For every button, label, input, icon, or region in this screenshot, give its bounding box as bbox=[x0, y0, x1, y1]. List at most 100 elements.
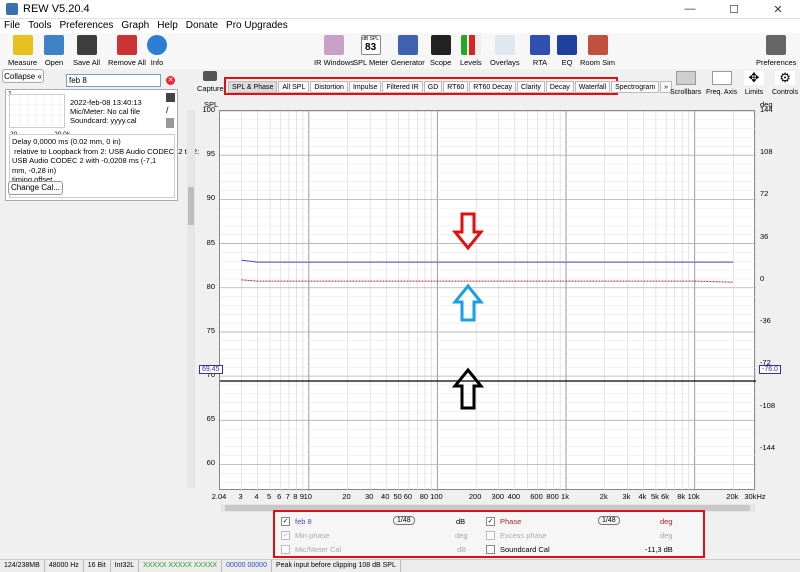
smoothing-selector-spl[interactable]: 1/48 bbox=[393, 516, 415, 525]
close-button[interactable]: ✕ bbox=[756, 0, 800, 19]
status-memory: 124/238MB bbox=[0, 560, 45, 572]
menu-tools[interactable]: Tools bbox=[24, 19, 55, 33]
remove-all-button[interactable]: Remove All bbox=[108, 35, 146, 67]
tab-impulse[interactable]: Impulse bbox=[348, 81, 382, 93]
scrollbars-label: Scrollbars bbox=[670, 89, 702, 96]
legend-checkbox[interactable]: ✓ bbox=[486, 517, 495, 526]
legend-label: feb 8 bbox=[295, 517, 312, 526]
measure-label: Measure bbox=[8, 58, 38, 67]
preferences-button[interactable]: Preferences bbox=[756, 35, 796, 67]
collapse-button[interactable]: Collapse « bbox=[2, 69, 44, 83]
limits-button[interactable]: ✥ Limits bbox=[744, 71, 764, 96]
collapse-label: Collapse bbox=[4, 71, 36, 81]
tab-clarity[interactable]: Clarity bbox=[517, 81, 545, 93]
legend-item-spl[interactable]: ✓ feb 8 bbox=[281, 517, 312, 526]
save-all-button[interactable]: Save All bbox=[73, 35, 100, 67]
spl-meter-value: 83 bbox=[365, 42, 377, 53]
spl-phase-graph[interactable] bbox=[220, 110, 757, 492]
tab-distortion[interactable]: Distortion bbox=[310, 81, 348, 93]
plot-area[interactable] bbox=[219, 110, 757, 492]
measure-button[interactable]: Measure bbox=[8, 35, 37, 67]
info-button[interactable]: Info bbox=[147, 35, 167, 67]
notes-line: relative to Loopback from 2: USB Audio C… bbox=[12, 146, 200, 156]
status-sample-rate: 48000 Hz bbox=[45, 560, 84, 572]
window-title: REW V5.20.4 bbox=[23, 3, 90, 15]
menu-donate[interactable]: Donate bbox=[182, 19, 222, 33]
tab-spectrogram[interactable]: Spectrogram bbox=[611, 81, 660, 93]
app-icon bbox=[6, 3, 18, 15]
gear-icon: ⚙ bbox=[775, 71, 796, 85]
open-button[interactable]: Open bbox=[44, 35, 64, 67]
tab-gd[interactable]: GD bbox=[423, 81, 443, 93]
save-icon bbox=[76, 35, 97, 55]
tab-rt60-decay[interactable]: RT60 Decay bbox=[469, 81, 517, 93]
freq-axis-button[interactable]: Freq. Axis bbox=[706, 71, 737, 96]
title-bar: REW V5.20.4 — ☐ ✕ bbox=[0, 0, 800, 19]
status-format: Int32L bbox=[111, 560, 140, 572]
legend-checkbox[interactable]: ✓ bbox=[281, 517, 290, 526]
smoothing-value: 1/48 bbox=[393, 516, 415, 525]
tab-filtered-ir[interactable]: Filtered IR bbox=[382, 81, 423, 93]
main-toolbar: Measure Open Save All Remove All Info IR… bbox=[0, 33, 800, 69]
x-tick: 300 bbox=[491, 492, 505, 501]
x-tick: 8k bbox=[677, 492, 686, 501]
menu-preferences[interactable]: Preferences bbox=[55, 19, 117, 33]
tab-rt60[interactable]: RT60 bbox=[443, 81, 469, 93]
minimize-button[interactable]: — bbox=[668, 0, 712, 19]
menu-graph[interactable]: Graph bbox=[117, 19, 153, 33]
x-tick: 400 bbox=[507, 492, 521, 501]
x-tick: 80 bbox=[419, 492, 429, 501]
legend-unit: deg bbox=[455, 531, 468, 540]
menu-help[interactable]: Help bbox=[153, 19, 182, 33]
rta-button[interactable]: RTA bbox=[530, 35, 550, 67]
remove-measurement-icon[interactable]: ✕ bbox=[166, 76, 175, 85]
legend-item-phase[interactable]: ✓ Phase bbox=[486, 517, 521, 526]
levels-button[interactable]: Levels bbox=[460, 35, 482, 67]
legend-item-mic-meter-cal[interactable]: Mic/Meter Cal bbox=[281, 545, 341, 554]
y-right-tick: 36 bbox=[760, 231, 769, 241]
x-tick: 10 bbox=[303, 492, 312, 501]
legend-checkbox[interactable] bbox=[281, 545, 290, 554]
menu-bar: File Tools Preferences Graph Help Donate… bbox=[0, 19, 800, 33]
red-arrow-down bbox=[452, 212, 484, 251]
capture-button[interactable]: Capture bbox=[197, 71, 224, 93]
scrollbars-button[interactable]: Scrollbars bbox=[670, 71, 701, 96]
microphone-icon bbox=[12, 35, 33, 55]
room-sim-button[interactable]: Room Sim bbox=[580, 35, 615, 67]
generator-button[interactable]: Generator bbox=[391, 35, 425, 67]
controls-button[interactable]: ⚙ Controls bbox=[772, 71, 798, 96]
eq-button[interactable]: EQ bbox=[557, 35, 577, 67]
spl-meter-icon: dB SPL 83 bbox=[360, 35, 381, 55]
legend-checkbox[interactable] bbox=[486, 545, 495, 554]
ir-windows-button[interactable]: IR Windows bbox=[314, 35, 354, 67]
measurement-name-field[interactable]: feb 8 bbox=[66, 74, 161, 87]
vertical-scroll-thumb[interactable] bbox=[188, 187, 194, 225]
legend-item-excess-phase[interactable]: Excess phase bbox=[486, 531, 547, 540]
change-cal-button[interactable]: Change Cal... bbox=[8, 181, 63, 195]
overlays-button[interactable]: Overlays bbox=[490, 35, 520, 67]
tab-spl-phase[interactable]: SPL & Phase bbox=[228, 81, 278, 93]
legend-checkbox[interactable] bbox=[486, 531, 495, 540]
x-tick: 20 bbox=[342, 492, 351, 501]
menu-pro-upgrades[interactable]: Pro Upgrades bbox=[222, 19, 292, 33]
scope-button[interactable]: Scope bbox=[430, 35, 451, 67]
legend-checkbox[interactable]: ✓ bbox=[281, 531, 290, 540]
vertical-scrollbar[interactable] bbox=[187, 110, 195, 488]
smoothing-selector-phase[interactable]: 1/48 bbox=[598, 516, 620, 525]
edit-icon[interactable]: / bbox=[166, 106, 169, 115]
notes-icon[interactable] bbox=[166, 118, 174, 128]
room-sim-label: Room Sim bbox=[580, 58, 616, 67]
cursor-right-readout: -76.0 bbox=[759, 365, 781, 374]
maximize-button[interactable]: ☐ bbox=[712, 0, 756, 19]
x-tick: 3 bbox=[238, 492, 243, 501]
legend-item-min-phase[interactable]: ✓ Min phase bbox=[281, 531, 330, 540]
tab-all-spl[interactable]: All SPL bbox=[278, 81, 310, 93]
spl-meter-button[interactable]: dB SPL 83 SPL Meter bbox=[353, 35, 388, 67]
legend-item-soundcard-cal[interactable]: Soundcard Cal bbox=[486, 545, 550, 554]
tab-waterfall[interactable]: Waterfall bbox=[574, 81, 611, 93]
menu-file[interactable]: File bbox=[0, 19, 24, 33]
remove-icon bbox=[116, 35, 137, 55]
measurement-soundcard-cal: Soundcard: yyyy.cal bbox=[70, 116, 137, 125]
tab-decay[interactable]: Decay bbox=[545, 81, 574, 93]
save-icon[interactable] bbox=[166, 93, 175, 102]
